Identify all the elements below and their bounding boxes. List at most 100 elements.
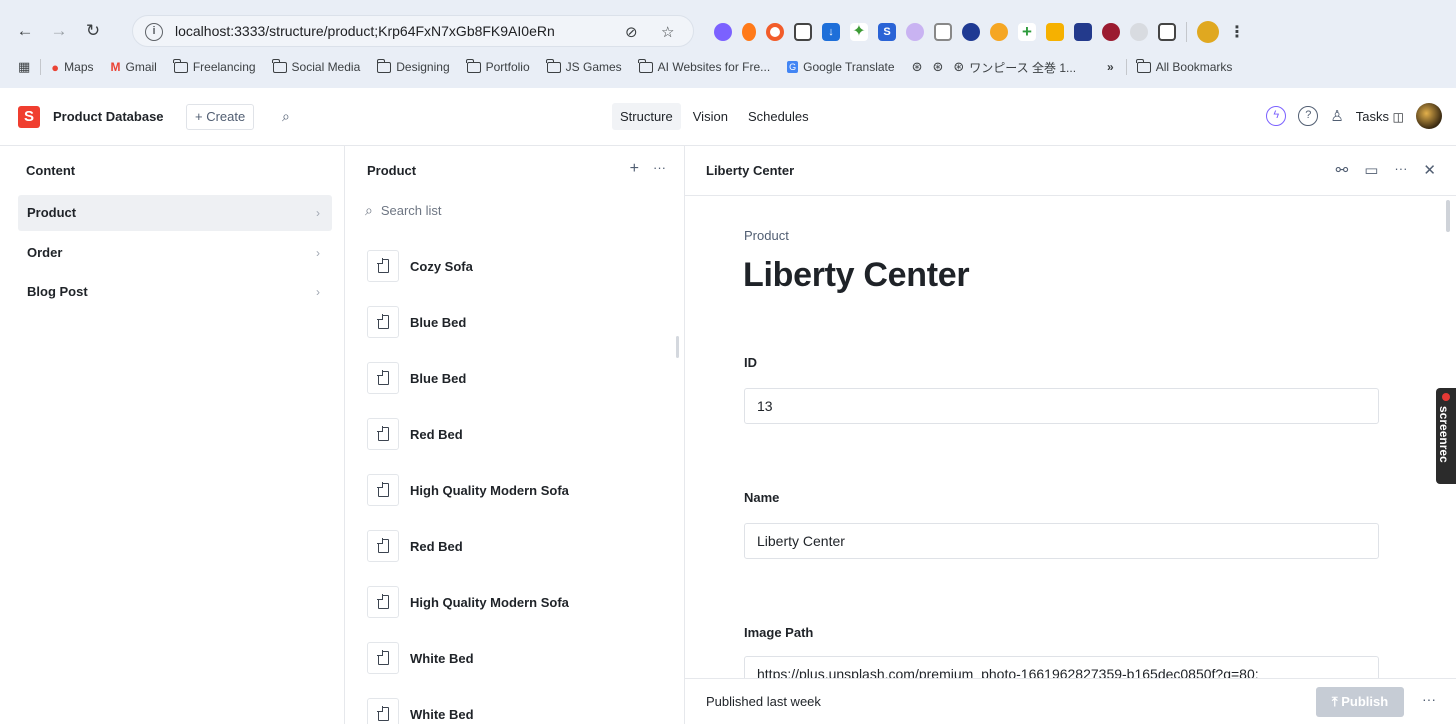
bookmark-label: Social Media: [291, 60, 361, 74]
bookmark-freelancing[interactable]: Freelancing: [173, 58, 256, 74]
bookmark-openai[interactable]: ⊛: [912, 59, 923, 75]
tab-structure[interactable]: Structure: [612, 103, 681, 130]
panel-icon: ◫: [1392, 109, 1404, 124]
document-scrollbar[interactable]: [1446, 200, 1450, 232]
tasks-button[interactable]: Tasks ◫: [1356, 109, 1404, 124]
puzzle-icon[interactable]: [1158, 23, 1176, 41]
bookmark-designing[interactable]: Designing: [376, 58, 450, 74]
bookmark-label: Portfolio: [485, 60, 530, 74]
list-item[interactable]: Red Bed: [367, 530, 463, 562]
extension-icon[interactable]: [794, 23, 812, 41]
list-item[interactable]: White Bed: [367, 698, 474, 724]
extension-icon[interactable]: [962, 23, 980, 41]
close-icon[interactable]: ✕: [1423, 161, 1436, 179]
extension-icon[interactable]: [906, 23, 924, 41]
list-item[interactable]: Blue Bed: [367, 362, 466, 394]
browser-chrome: ← → ↻ i localhost:3333/structure/product…: [0, 0, 1456, 88]
content-item-order[interactable]: Order ›: [18, 235, 332, 271]
forward-icon[interactable]: →: [48, 20, 70, 42]
divider: [40, 59, 42, 75]
apps-grid-icon[interactable]: ▦: [18, 59, 30, 75]
reload-icon[interactable]: ↻: [82, 20, 104, 42]
content-item-label: Order: [27, 245, 63, 260]
url-text[interactable]: localhost:3333/structure/product;Krp64Fx…: [175, 23, 555, 39]
bookmark-openai[interactable]: ⊛: [932, 59, 943, 75]
extension-icon[interactable]: [990, 23, 1008, 41]
list-item[interactable]: Red Bed: [367, 418, 463, 450]
publish-button[interactable]: ⤒ Publish: [1316, 687, 1404, 717]
bookmark-maps[interactable]: ● Maps: [51, 60, 93, 75]
extension-icon[interactable]: [766, 23, 784, 41]
link-icon[interactable]: ⚯: [1336, 161, 1349, 179]
header-actions: ϟ ? ♙ Tasks ◫: [1266, 103, 1442, 129]
help-icon[interactable]: ?: [1298, 106, 1319, 126]
name-field[interactable]: Liberty Center: [744, 523, 1379, 559]
content-item-product[interactable]: Product ›: [18, 195, 332, 231]
user-icon[interactable]: ♙: [1330, 107, 1343, 125]
list-item-label: Red Bed: [410, 538, 463, 554]
search-list-placeholder: Search list: [380, 203, 442, 218]
tab-vision[interactable]: Vision: [685, 103, 736, 130]
bookmark-google-translate[interactable]: G Google Translate: [787, 60, 895, 74]
create-button[interactable]: + Create: [186, 104, 255, 130]
extension-icon[interactable]: [742, 23, 756, 41]
extension-icon[interactable]: [714, 23, 732, 41]
publish-label: Publish: [1341, 694, 1389, 709]
sanity-logo[interactable]: S: [18, 106, 40, 128]
browser-toolbar: ← → ↻ i localhost:3333/structure/product…: [0, 10, 1456, 52]
bookmark-one-piece[interactable]: ⊛ ワンピース 全巻 1...: [953, 59, 1076, 76]
more-options-icon[interactable]: ···: [653, 160, 666, 178]
list-actions: + ···: [630, 160, 666, 178]
divider: [1125, 59, 1127, 75]
field-label-id: ID: [744, 355, 757, 370]
list-item[interactable]: White Bed: [367, 642, 474, 674]
comment-icon[interactable]: ▭: [1364, 161, 1378, 179]
extension-icon[interactable]: [1074, 23, 1092, 41]
star-icon[interactable]: ☆: [661, 23, 674, 41]
all-bookmarks[interactable]: All Bookmarks: [1136, 58, 1232, 74]
search-icon[interactable]: ⌕: [282, 108, 290, 125]
bookmark-label: Freelancing: [192, 60, 256, 74]
eye-off-icon[interactable]: ⊘: [625, 23, 638, 41]
folder-icon: [466, 58, 481, 73]
workspace-title[interactable]: Product Database: [53, 109, 164, 124]
more-options-icon[interactable]: ···: [1394, 161, 1407, 179]
list-item[interactable]: High Quality Modern Sofa: [367, 586, 569, 618]
extension-icon[interactable]: S: [878, 23, 896, 41]
extension-icon[interactable]: ✦: [850, 23, 868, 41]
kebab-menu-icon[interactable]: ⋮: [1229, 22, 1245, 42]
globe-icon[interactable]: [1130, 23, 1148, 41]
extension-icon[interactable]: [1102, 23, 1120, 41]
list-item[interactable]: Blue Bed: [367, 306, 466, 338]
bookmarks-overflow[interactable]: »: [1107, 60, 1114, 74]
id-field[interactable]: 13: [744, 388, 1379, 424]
user-avatar[interactable]: [1416, 103, 1442, 129]
tasks-label: Tasks: [1355, 108, 1390, 124]
tab-schedules[interactable]: Schedules: [740, 103, 817, 130]
plus-icon[interactable]: +: [1018, 23, 1036, 41]
lightning-icon[interactable]: ϟ: [1266, 106, 1287, 126]
profile-avatar[interactable]: [1197, 21, 1219, 43]
bookmark-ai-websites[interactable]: AI Websites for Fre...: [638, 58, 770, 74]
bookmark-js-games[interactable]: JS Games: [546, 58, 622, 74]
bookmark-portfolio[interactable]: Portfolio: [466, 58, 530, 74]
extension-icon[interactable]: [1046, 23, 1064, 41]
list-item[interactable]: High Quality Modern Sofa: [367, 474, 569, 506]
openai-icon: ⊛: [953, 59, 965, 74]
add-document-icon[interactable]: +: [630, 160, 639, 178]
site-info-icon[interactable]: i: [145, 23, 163, 41]
publish-status: Published last week: [706, 694, 821, 709]
screenrec-widget[interactable]: screenrec: [1436, 388, 1456, 484]
bookmark-gmail[interactable]: M Gmail: [111, 60, 157, 74]
chevron-right-icon: ›: [316, 206, 320, 220]
more-options-icon[interactable]: ···: [1422, 691, 1436, 707]
pane-resize-handle[interactable]: [676, 336, 679, 358]
search-list-input[interactable]: ⌕ Search list: [365, 202, 442, 219]
address-bar[interactable]: i localhost:3333/structure/product;Krp64…: [132, 15, 694, 47]
list-item[interactable]: Cozy Sofa: [367, 250, 473, 282]
content-item-blog-post[interactable]: Blog Post ›: [18, 274, 332, 310]
back-icon[interactable]: ←: [14, 20, 36, 42]
camera-icon[interactable]: [934, 23, 952, 41]
bookmark-social-media[interactable]: Social Media: [272, 58, 361, 74]
download-icon[interactable]: ↓: [822, 23, 840, 41]
